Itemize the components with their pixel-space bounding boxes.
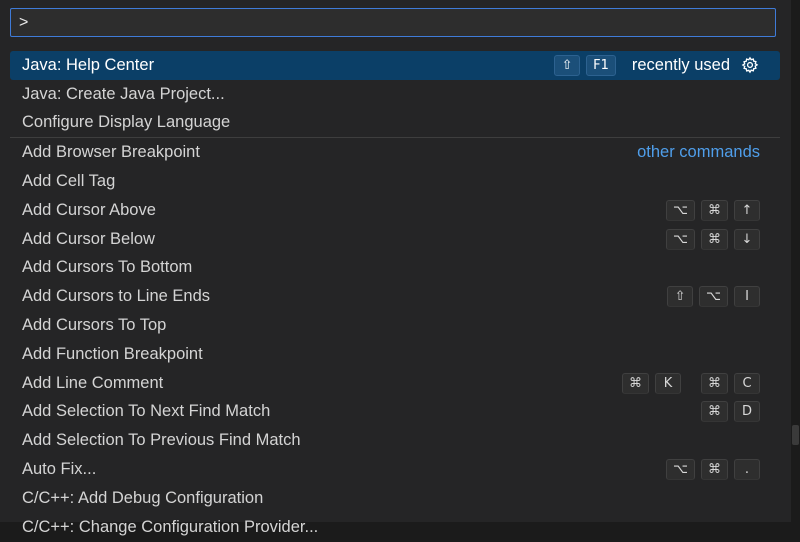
keybinding: ⌥ ⌘ ↑ — [666, 196, 760, 225]
command-label: C/C++: Add Debug Configuration — [22, 488, 264, 507]
key-d: D — [734, 401, 760, 423]
recently-used-label: recently used — [631, 55, 730, 74]
key-c: C — [734, 372, 760, 394]
command-label: Add Cursors To Bottom — [22, 258, 193, 277]
keybinding: ⌥ ⌘ ↓ — [666, 225, 760, 254]
command-label: Add Cursor Below — [22, 229, 155, 248]
keybinding: ⇧ ⌥ I — [667, 282, 760, 311]
other-commands-label: other commands — [637, 143, 760, 162]
command-label: Add Line Comment — [22, 373, 164, 392]
keybinding: ⌘ K ⌘ C — [622, 369, 760, 398]
command-item-add-cell-tag[interactable]: Add Cell Tag — [10, 167, 780, 196]
command-label: Add Cursor Above — [22, 200, 156, 219]
key-command: ⌘ — [622, 372, 649, 394]
command-item-configure-display-language[interactable]: Configure Display Language — [10, 109, 780, 138]
scrollbar-track[interactable] — [791, 0, 800, 522]
command-label: Add Cell Tag — [22, 172, 116, 191]
key-shift: ⇧ — [554, 54, 581, 76]
command-item-add-cursors-to-line-ends[interactable]: Add Cursors to Line Ends ⇧ ⌥ I — [10, 282, 780, 311]
command-label: Java: Help Center — [22, 55, 155, 74]
key-command: ⌘ — [701, 228, 728, 250]
command-item-add-function-breakpoint[interactable]: Add Function Breakpoint — [10, 340, 780, 369]
key-command: ⌘ — [701, 199, 728, 221]
command-label: Auto Fix... — [22, 460, 97, 479]
key-command: ⌘ — [701, 459, 728, 481]
key-option: ⌥ — [666, 199, 695, 221]
command-label: Add Function Breakpoint — [22, 344, 203, 363]
command-item-auto-fix[interactable]: Auto Fix... ⌥ ⌘ . — [10, 455, 780, 484]
key-period: . — [734, 459, 760, 481]
command-item-add-cursors-to-bottom[interactable]: Add Cursors To Bottom — [10, 254, 780, 283]
command-label: Add Cursors To Top — [22, 316, 167, 335]
key-down-arrow: ↓ — [734, 228, 760, 250]
command-label: Java: Create Java Project... — [22, 84, 225, 103]
command-label: Configure Display Language — [22, 113, 231, 132]
command-meta: ⇧ F1 recently used — [554, 51, 760, 80]
keybinding: ⌘ D — [701, 398, 760, 427]
key-option: ⌥ — [666, 459, 695, 481]
command-input-box[interactable] — [10, 8, 776, 37]
command-label: Add Browser Breakpoint — [22, 143, 200, 162]
command-palette: Java: Help Center ⇧ F1 recently used Jav… — [0, 0, 791, 536]
command-item-add-selection-previous-find-match[interactable]: Add Selection To Previous Find Match — [10, 426, 780, 455]
gear-icon[interactable] — [740, 55, 760, 75]
key-i: I — [734, 286, 760, 308]
key-k: K — [655, 372, 681, 394]
key-option: ⌥ — [666, 228, 695, 250]
command-item-cpp-add-debug-configuration[interactable]: C/C++: Add Debug Configuration — [10, 484, 780, 513]
command-item-add-line-comment[interactable]: Add Line Comment ⌘ K ⌘ C — [10, 369, 780, 398]
command-item-add-browser-breakpoint[interactable]: Add Browser Breakpoint other commands — [10, 138, 780, 167]
keybinding: ⌥ ⌘ . — [666, 455, 760, 484]
command-item-java-help-center[interactable]: Java: Help Center ⇧ F1 recently used — [10, 51, 780, 80]
command-label: Add Selection To Next Find Match — [22, 402, 271, 421]
command-item-java-create-project[interactable]: Java: Create Java Project... — [10, 80, 780, 109]
command-label: C/C++: Change Configuration Provider... — [22, 517, 319, 536]
command-item-add-cursor-above[interactable]: Add Cursor Above ⌥ ⌘ ↑ — [10, 196, 780, 225]
command-label: Add Cursors to Line Ends — [22, 287, 211, 306]
command-item-add-selection-next-find-match[interactable]: Add Selection To Next Find Match ⌘ D — [10, 398, 780, 427]
command-list: Java: Help Center ⇧ F1 recently used Jav… — [10, 51, 780, 542]
key-shift: ⇧ — [667, 286, 694, 308]
command-item-cpp-change-configuration-provider[interactable]: C/C++: Change Configuration Provider... — [10, 513, 780, 542]
key-f1: F1 — [586, 54, 616, 76]
group-label-container: other commands — [637, 138, 760, 167]
key-command: ⌘ — [701, 372, 728, 394]
scrollbar-thumb[interactable] — [792, 425, 799, 445]
key-option: ⌥ — [699, 286, 728, 308]
command-input[interactable] — [11, 9, 775, 36]
key-up-arrow: ↑ — [734, 199, 760, 221]
command-label: Add Selection To Previous Find Match — [22, 431, 301, 450]
key-command: ⌘ — [701, 401, 728, 423]
command-item-add-cursors-to-top[interactable]: Add Cursors To Top — [10, 311, 780, 340]
command-item-add-cursor-below[interactable]: Add Cursor Below ⌥ ⌘ ↓ — [10, 225, 780, 254]
